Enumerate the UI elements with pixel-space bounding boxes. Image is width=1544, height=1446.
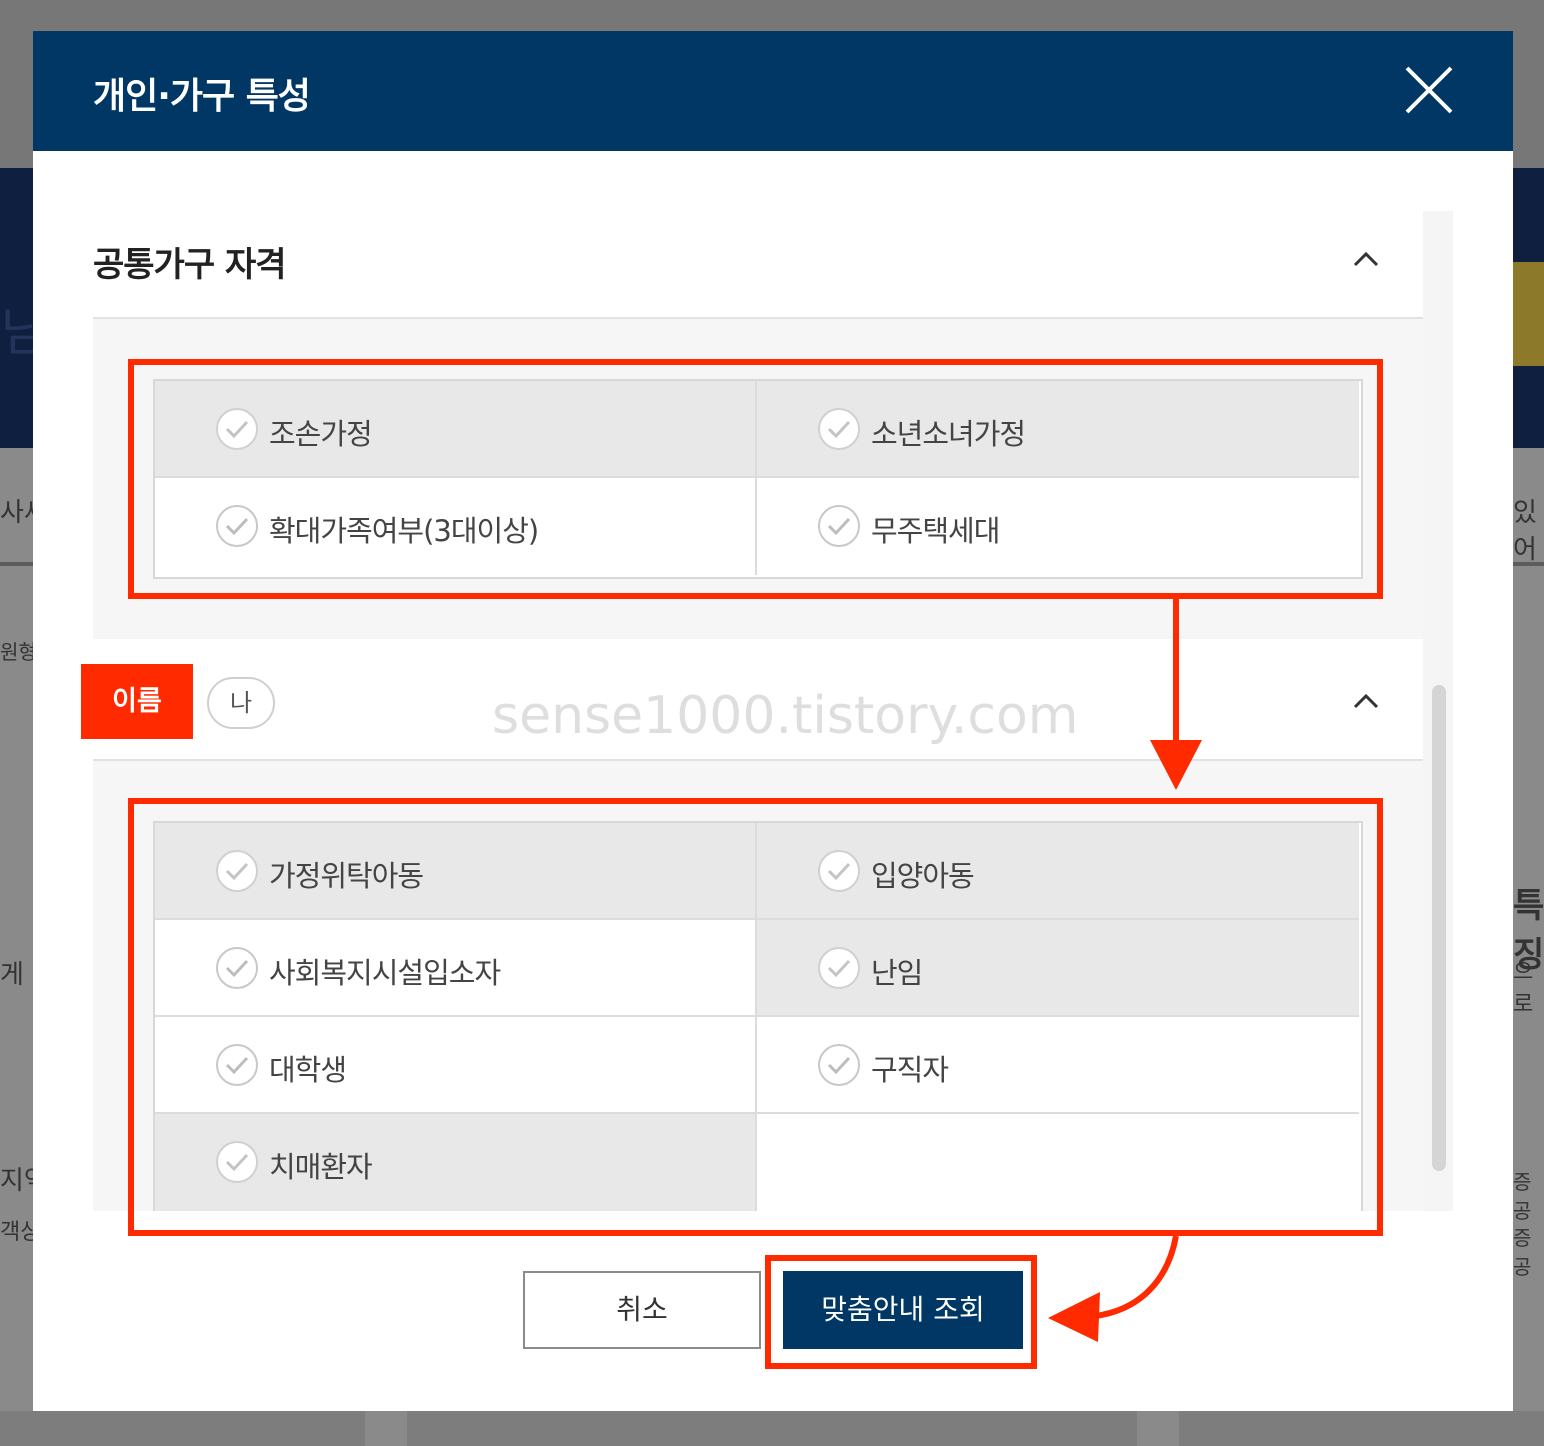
- empty-cell: [757, 1114, 1359, 1211]
- background-text: 있어: [1513, 498, 1537, 565]
- checkbox-item[interactable]: 소년소녀가정: [757, 381, 1359, 478]
- checkbox-label: 조손가정: [269, 417, 373, 451]
- checkbox-label: 난임: [871, 956, 923, 990]
- checkbox-item[interactable]: 대학생: [155, 1017, 757, 1114]
- checkbox-item[interactable]: 치매환자: [155, 1114, 757, 1211]
- close-button[interactable]: [1401, 62, 1457, 118]
- checkbox-label: 사회복지시설입소자: [269, 956, 501, 990]
- name-badge: 이름: [81, 664, 193, 739]
- checkbox-grid: 조손가정 소년소녀가정 확대가족여부(3대이상) 무주택세대: [153, 379, 1363, 579]
- section-title: 공통가구 자격: [93, 245, 287, 285]
- check-circle-icon: [818, 1044, 860, 1086]
- check-circle-icon: [216, 850, 258, 892]
- background-text: 증공: [1513, 1170, 1532, 1223]
- cancel-button[interactable]: 취소: [523, 1271, 761, 1349]
- checkbox-item[interactable]: 가정위탁아동: [155, 823, 757, 920]
- section-header-common-household[interactable]: 공통가구 자격: [93, 211, 1423, 320]
- background-card: [1179, 1411, 1544, 1446]
- checkbox-item[interactable]: 무주택세대: [757, 478, 1359, 575]
- check-circle-icon: [818, 505, 860, 547]
- search-button[interactable]: 맞춤안내 조회: [783, 1271, 1023, 1349]
- check-circle-icon: [216, 1141, 258, 1183]
- section-body-common-household: 조손가정 소년소녀가정 확대가족여부(3대이상) 무주택세대: [93, 319, 1423, 639]
- checkbox-item[interactable]: 난임: [757, 920, 1359, 1017]
- background-text: 증공: [1513, 1226, 1532, 1279]
- close-icon: [1405, 66, 1453, 114]
- check-circle-icon: [818, 947, 860, 989]
- check-circle-icon: [216, 408, 258, 450]
- check-circle-icon: [818, 408, 860, 450]
- background-text: 으로: [1513, 960, 1534, 1017]
- scrollbar-thumb[interactable]: [1432, 685, 1446, 1171]
- checkbox-label: 대학생: [269, 1053, 347, 1087]
- checkbox-item[interactable]: 확대가족여부(3대이상): [155, 478, 757, 575]
- background-card: [407, 1411, 1137, 1446]
- checkbox-label: 무주택세대: [871, 514, 1000, 548]
- checkbox-label: 구직자: [871, 1053, 949, 1087]
- check-circle-icon: [216, 947, 258, 989]
- modal-header: 개인·가구 특성: [33, 31, 1513, 151]
- section-body-personal: 가정위탁아동 입양아동 사회복지시설입소자 난임 대학생 구직자 치매환자: [93, 761, 1423, 1211]
- checkbox-label: 치매환자: [269, 1150, 373, 1184]
- checkbox-item[interactable]: 사회복지시설입소자: [155, 920, 757, 1017]
- name-suffix-badge: 나: [207, 677, 275, 729]
- chevron-up-icon[interactable]: [1351, 245, 1381, 275]
- checkbox-label: 확대가족여부(3대이상): [269, 514, 539, 548]
- check-circle-icon: [216, 1044, 258, 1086]
- background-divider: [0, 562, 33, 566]
- checkbox-label: 소년소녀가정: [871, 417, 1026, 451]
- watermark: sense1000.tistory.com: [492, 686, 1079, 746]
- background-text: 게: [0, 960, 24, 990]
- checkbox-item[interactable]: 입양아동: [757, 823, 1359, 920]
- checkbox-label: 입양아동: [871, 859, 975, 893]
- check-circle-icon: [818, 850, 860, 892]
- chevron-up-icon[interactable]: [1351, 687, 1381, 717]
- checkbox-grid: 가정위탁아동 입양아동 사회복지시설입소자 난임 대학생 구직자 치매환자: [153, 821, 1363, 1211]
- checkbox-item[interactable]: 조손가정: [155, 381, 757, 478]
- modal-title: 개인·가구 특성: [93, 76, 311, 117]
- background-text: 원형: [0, 640, 37, 664]
- background-card: [0, 1411, 365, 1446]
- checkbox-item[interactable]: 구직자: [757, 1017, 1359, 1114]
- check-circle-icon: [216, 505, 258, 547]
- checkbox-label: 가정위탁아동: [269, 859, 424, 893]
